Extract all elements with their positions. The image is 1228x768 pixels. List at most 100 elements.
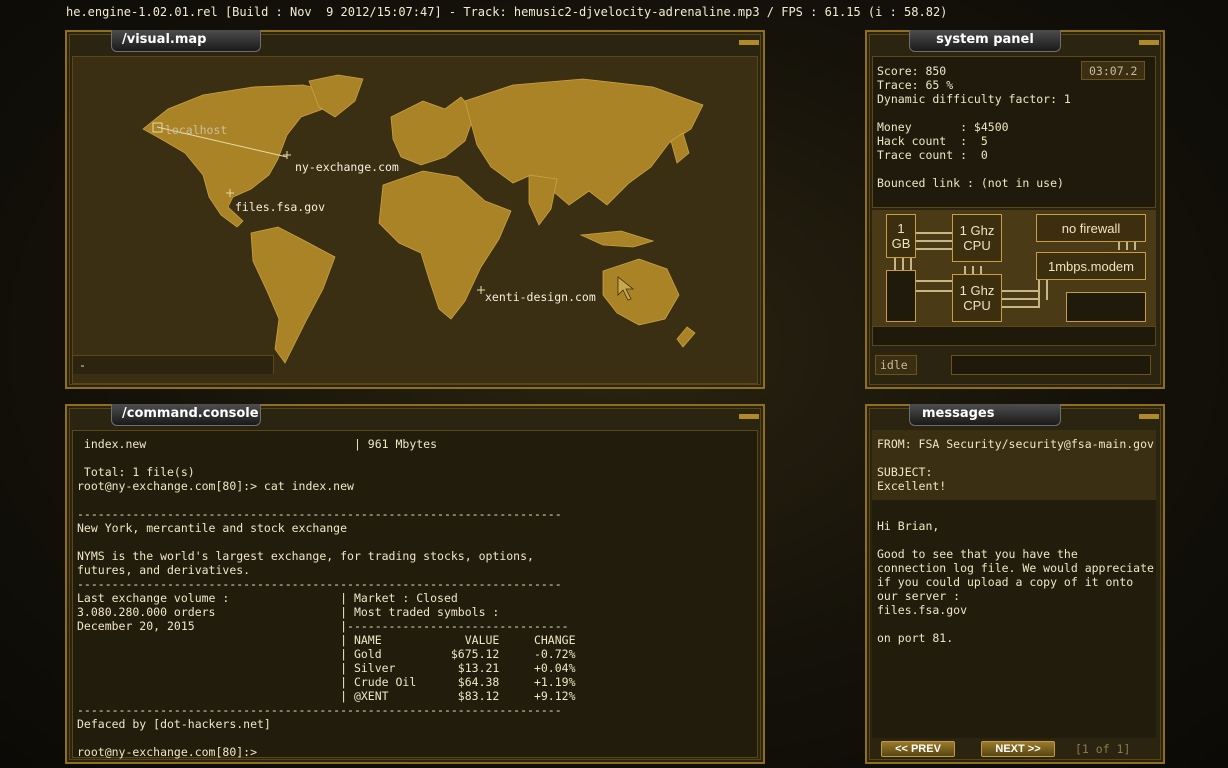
timer-value: 03:07.2 bbox=[1089, 64, 1138, 78]
connector bbox=[916, 290, 952, 292]
message-body-lines: Hi Brian, Good to see that you have the … bbox=[877, 519, 1154, 645]
system-progress-bar bbox=[872, 326, 1156, 346]
console-line: | Silver $13.21 +0.04% bbox=[77, 661, 576, 675]
connector bbox=[1002, 306, 1038, 308]
new-zealand bbox=[676, 326, 696, 348]
console-line: Total: 1 file(s) bbox=[77, 465, 195, 479]
map-label-ny-exchange[interactable]: ny-exchange.com bbox=[295, 160, 399, 174]
console-line: ----------------------------------------… bbox=[77, 577, 562, 591]
connector bbox=[1002, 290, 1038, 292]
console-line: | Gold $675.12 -0.72% bbox=[77, 647, 576, 661]
continent-europe bbox=[390, 96, 476, 166]
console-line: Last exchange volume : | Market : Closed bbox=[77, 591, 458, 605]
message-header-lines: FROM: FSA Security/security@fsa-main.gov… bbox=[877, 437, 1154, 493]
message-body[interactable]: Hi Brian, Good to see that you have the … bbox=[872, 500, 1156, 738]
message-header: FROM: FSA Security/security@fsa-main.gov… bbox=[872, 430, 1156, 500]
world-map-svg bbox=[142, 74, 704, 364]
stat-spacer bbox=[877, 162, 1071, 176]
message-subject: Excellent! bbox=[877, 479, 947, 493]
world-map[interactable]: localhost ny-exchange.com files.fsa.gov … bbox=[72, 56, 758, 384]
message-line: Good to see that you have the bbox=[877, 547, 1078, 561]
status-topbar: he.engine-1.02.01.rel [Build : Nov 9 201… bbox=[66, 5, 948, 19]
console-line: root@ny-exchange.com[80]:> cat index.new bbox=[77, 479, 354, 493]
console-line: | @XENT $83.12 +9.12% bbox=[77, 689, 576, 703]
console-line: 3.080.280.000 orders | Most traded symbo… bbox=[77, 605, 500, 619]
system-status-text: idle bbox=[880, 358, 908, 372]
connector bbox=[916, 240, 952, 242]
messages-title: messages bbox=[909, 404, 1061, 426]
prev-message-button[interactable]: << PREV bbox=[881, 741, 955, 757]
console-line: ----------------------------------------… bbox=[77, 703, 562, 717]
indonesia bbox=[579, 230, 655, 248]
console-line: futures, and derivatives. bbox=[77, 563, 251, 577]
stats-box: 03:07.2 Score: 850 Trace: 65 % Dynamic d… bbox=[872, 56, 1156, 208]
panel-handle[interactable] bbox=[739, 40, 759, 45]
stat-difficulty: Dynamic difficulty factor: 1 bbox=[877, 92, 1071, 106]
message-line: our server : bbox=[877, 589, 961, 603]
message-line: connection log file. We would appreciate bbox=[877, 561, 1154, 575]
map-label-files-fsa[interactable]: files.fsa.gov bbox=[235, 200, 325, 214]
memory-block[interactable] bbox=[886, 270, 916, 322]
visual-map-title: /visual.map bbox=[111, 30, 261, 52]
stat-score: Score: 850 bbox=[877, 64, 947, 78]
message-line bbox=[877, 533, 1154, 547]
map-label-localhost[interactable]: localhost bbox=[165, 123, 227, 137]
xenti-node-marker bbox=[477, 286, 485, 294]
panel-handle[interactable] bbox=[739, 414, 759, 419]
console-line: ----------------------------------------… bbox=[77, 507, 562, 521]
connector bbox=[916, 248, 952, 250]
console-line: | NAME VALUE CHANGE bbox=[77, 633, 576, 647]
ram-slot[interactable]: 1 GB bbox=[886, 214, 916, 258]
console-line: NYMS is the world's largest exchange, fo… bbox=[77, 549, 534, 563]
next-message-button[interactable]: NEXT >> bbox=[981, 741, 1055, 757]
continent-asia bbox=[464, 78, 704, 206]
stat-trace-count: Trace count : 0 bbox=[877, 148, 988, 162]
command-console-panel: /command.console index.new | 961 Mbytes … bbox=[65, 404, 765, 764]
connector bbox=[916, 232, 952, 234]
cpu-slot-2[interactable]: 1 Ghz CPU bbox=[952, 274, 1002, 322]
stat-trace: Trace: 65 % bbox=[877, 78, 954, 92]
console-output[interactable]: index.new | 961 Mbytes Total: 1 file(s) r… bbox=[72, 430, 758, 759]
ny-node-marker bbox=[283, 151, 291, 159]
hardware-diagram: 1 GB 1 Ghz CPU 1 Ghz CPU no firewall 1mb… bbox=[872, 210, 1156, 326]
message-subject-label: SUBJECT: bbox=[877, 465, 933, 479]
map-status-text: - bbox=[79, 358, 86, 372]
connector bbox=[910, 258, 912, 270]
stats-lines: Score: 850 Trace: 65 % Dynamic difficult… bbox=[877, 64, 1071, 190]
timer: 03:07.2 bbox=[1081, 61, 1145, 80]
console-line: New York, mercantile and stock exchange bbox=[77, 521, 348, 535]
console-line: | Crude Oil $64.38 +1.19% bbox=[77, 675, 576, 689]
connector bbox=[916, 280, 952, 282]
console-lines: index.new | 961 Mbytes Total: 1 file(s) r… bbox=[77, 437, 576, 759]
map-label-xenti-design[interactable]: xenti-design.com bbox=[485, 290, 596, 304]
firewall-slot[interactable]: no firewall bbox=[1036, 214, 1146, 242]
console-line: index.new | 961 Mbytes bbox=[77, 437, 438, 451]
console-line: Defaced by [dot-hackers.net] bbox=[77, 717, 271, 731]
stat-money: Money : $4500 bbox=[877, 120, 1009, 134]
connector bbox=[972, 266, 974, 274]
system-status: idle bbox=[875, 355, 917, 375]
message-line bbox=[877, 617, 1154, 631]
stat-hack-count: Hack count : 5 bbox=[877, 134, 988, 148]
system-panel: system panel 03:07.2 Score: 850 Trace: 6… bbox=[865, 30, 1165, 389]
connector bbox=[1038, 280, 1040, 308]
cpu-slot-1[interactable]: 1 Ghz CPU bbox=[952, 214, 1002, 262]
storage-block[interactable] bbox=[1066, 292, 1146, 322]
connector bbox=[1002, 298, 1038, 300]
connector bbox=[980, 266, 982, 274]
system-status-field bbox=[951, 355, 1151, 375]
panel-handle[interactable] bbox=[1139, 414, 1159, 419]
message-pager: [1 of 1] bbox=[1075, 742, 1131, 756]
message-line: if you could upload a copy of it onto bbox=[877, 575, 1134, 589]
india bbox=[528, 174, 558, 226]
modem-slot[interactable]: 1mbps.modem bbox=[1036, 252, 1146, 280]
connector bbox=[964, 266, 966, 274]
message-from: FROM: FSA Security/security@fsa-main.gov bbox=[877, 437, 1154, 451]
message-line: Hi Brian, bbox=[877, 519, 940, 533]
panel-handle[interactable] bbox=[1139, 40, 1159, 45]
